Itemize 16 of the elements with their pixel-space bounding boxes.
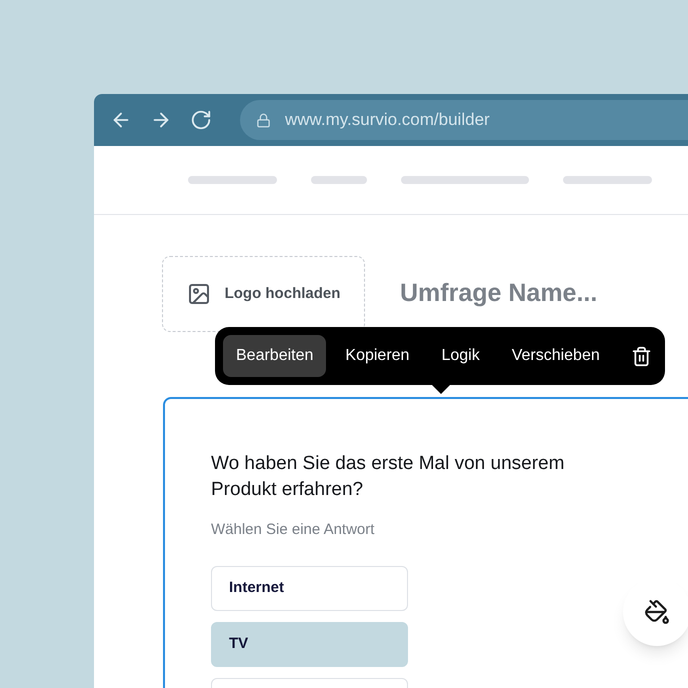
- answer-hint: Wählen Sie eine Antwort: [211, 520, 376, 540]
- image-icon: [186, 282, 211, 306]
- nav-placeholder: [311, 176, 367, 184]
- lock-icon: [256, 112, 271, 128]
- toolbar-action[interactable]: Bearbeiten: [223, 335, 326, 377]
- toolbar-action[interactable]: Logik: [428, 335, 493, 377]
- question-title: Wo haben Sie das erste Mal von unserem Produkt erfahren?: [211, 452, 566, 502]
- toolbar-action[interactable]: Kopieren: [332, 335, 422, 377]
- paint-bucket-icon: [644, 599, 670, 625]
- answer-option[interactable]: TV: [211, 622, 408, 666]
- url-text: www.my.survio.com/builder: [285, 109, 490, 132]
- toolbar-action[interactable]: Verschieben: [498, 335, 613, 377]
- reload-icon[interactable]: [190, 109, 212, 131]
- survey-title-field[interactable]: Umfrage Name...: [400, 275, 660, 313]
- answer-option[interactable]: Internet: [211, 566, 408, 610]
- trash-icon: [630, 346, 652, 366]
